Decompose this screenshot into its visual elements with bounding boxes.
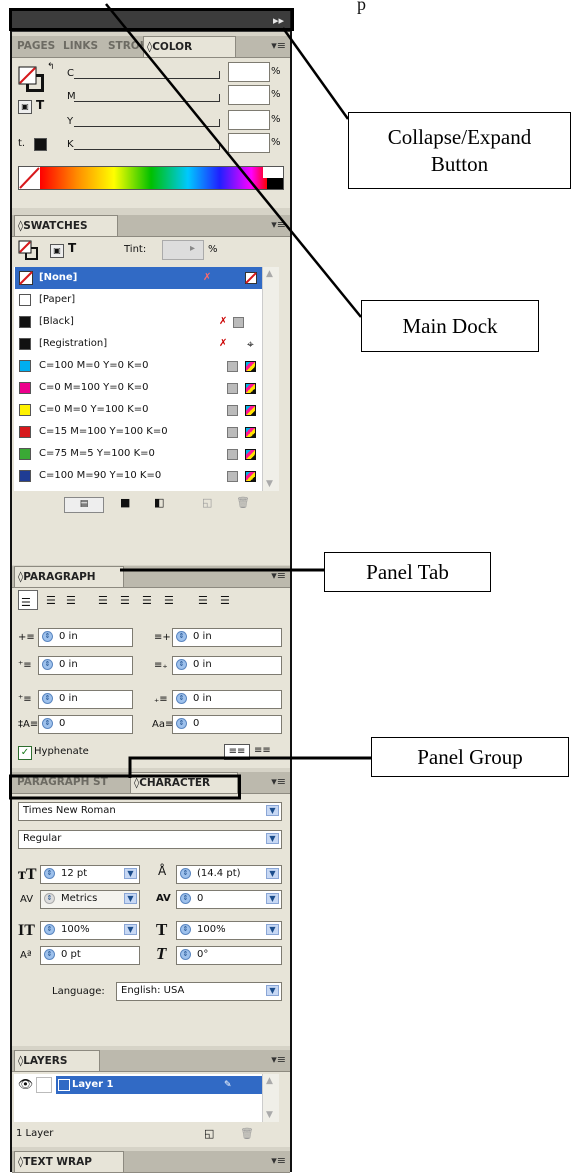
collapse-leader — [281, 27, 350, 120]
callout-text: Button — [430, 152, 489, 176]
main-dock-leader — [105, 3, 362, 318]
callout-collapse-expand: Collapse/Expand Button — [348, 112, 571, 189]
callout-main-dock: Main Dock — [361, 300, 539, 352]
dock-title-outline — [9, 8, 294, 31]
callout-panel-tab: Panel Tab — [324, 552, 491, 592]
callout-text: Collapse/Expand — [387, 125, 532, 149]
callout-panel-group: Panel Group — [371, 737, 569, 777]
panel-group-outline — [9, 774, 241, 800]
